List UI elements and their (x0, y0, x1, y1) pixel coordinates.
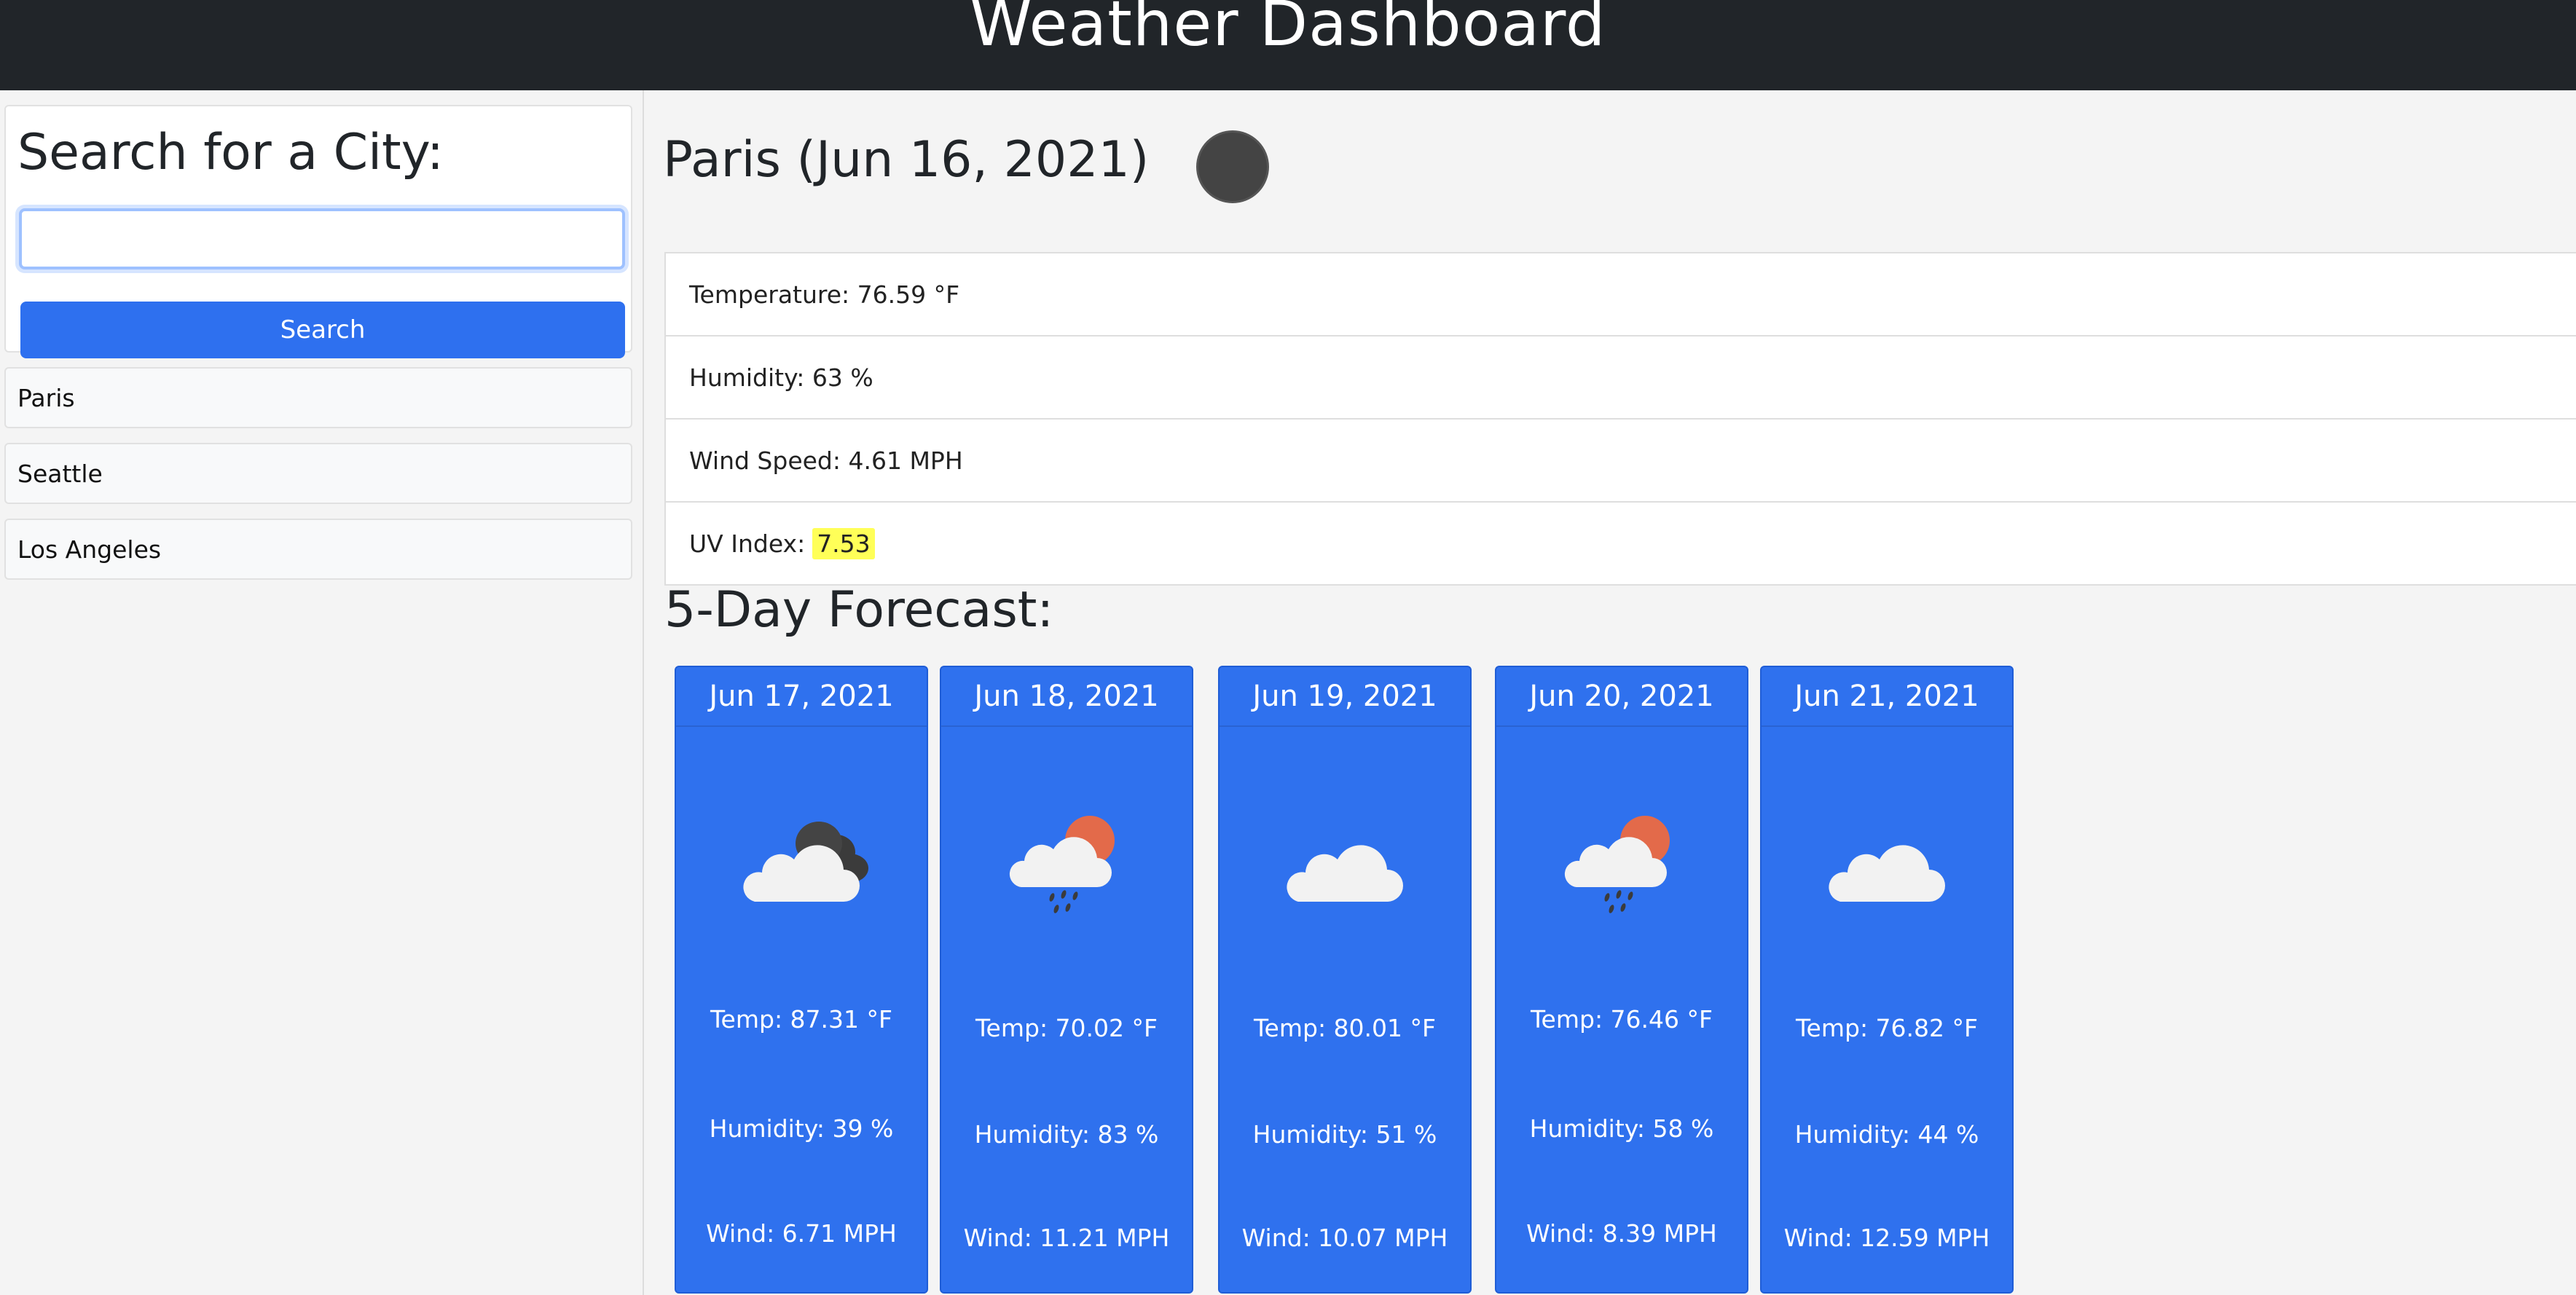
wind-row: Wind Speed: 4.61 MPH (666, 420, 2576, 503)
search-heading: Search for a City: (17, 124, 444, 181)
forecast-date: Jun 19, 2021 (1220, 667, 1470, 727)
forecast-temp: Temp: 76.46 °F (1531, 1005, 1713, 1034)
forecast-humidity: Humidity: 39 % (709, 1114, 894, 1143)
forecast-wind: Wind: 10.07 MPH (1241, 1224, 1448, 1252)
main-panel: Paris (Jun 16, 2021) Temperature: 76.59 … (645, 90, 2576, 1295)
forecast-wind: Wind: 12.59 MPH (1783, 1224, 1990, 1252)
forecast-humidity: Humidity: 58 % (1529, 1114, 1714, 1143)
forecast-card: Jun 17, 2021 Temp: 87.31 °F Humidity: 39… (675, 666, 928, 1294)
current-city-title: Paris (Jun 16, 2021) (663, 131, 1150, 189)
rain-sun-icon (1564, 816, 1670, 913)
forecast-temp: Temp: 80.01 °F (1254, 1014, 1436, 1042)
current-weather-icon (1196, 130, 1269, 203)
forecast-humidity: Humidity: 51 % (1252, 1120, 1437, 1149)
broken-clouds-icon (743, 822, 868, 902)
forecast-card: Jun 21, 2021 Temp: 76.82 °F Humidity: 44… (1760, 666, 2014, 1294)
forecast-wind: Wind: 8.39 MPH (1526, 1219, 1717, 1248)
temperature-row: Temperature: 76.59 °F (666, 253, 2576, 336)
humidity-text: Humidity: 63 % (689, 363, 873, 392)
uv-row: UV Index: 7.53 (666, 503, 2576, 586)
forecast-temp: Temp: 87.31 °F (710, 1005, 892, 1034)
forecast-date: Jun 20, 2021 (1496, 667, 1747, 727)
current-stats-list: Temperature: 76.59 °F Humidity: 63 % Win… (664, 252, 2576, 586)
app-title: Weather Dashboard (970, 0, 1606, 60)
search-button[interactable]: Search (20, 302, 625, 358)
search-card: Search for a City: Search (4, 105, 632, 358)
forecast-date: Jun 21, 2021 (1762, 667, 2012, 727)
forecast-card: Jun 19, 2021 Temp: 80.01 °F Humidity: 51… (1218, 666, 1472, 1294)
sidebar: Search for a City: Search Paris Seattle … (0, 90, 644, 1295)
forecast-card: Jun 18, 2021 Temp: 70.02 °F Humidity: 83… (940, 666, 1193, 1294)
temperature-text: Temperature: 76.59 °F (689, 280, 960, 309)
forecast-date: Jun 18, 2021 (941, 667, 1192, 727)
forecast-humidity: Humidity: 44 % (1794, 1120, 1979, 1149)
forecast-date: Jun 17, 2021 (676, 667, 927, 727)
forecast-humidity: Humidity: 83 % (974, 1120, 1159, 1149)
history-item-paris[interactable]: Paris (4, 367, 632, 428)
forecast-wind: Wind: 11.21 MPH (963, 1224, 1170, 1252)
app-header: Weather Dashboard (0, 0, 2576, 90)
cloud-icon (1829, 845, 1945, 902)
city-search-input[interactable] (19, 208, 625, 269)
humidity-row: Humidity: 63 % (666, 336, 2576, 420)
history-item-los-angeles[interactable]: Los Angeles (4, 519, 632, 580)
uv-label: UV Index: (689, 529, 806, 558)
forecast-wind: Wind: 6.71 MPH (706, 1219, 897, 1248)
history-item-seattle[interactable]: Seattle (4, 443, 632, 504)
wind-text: Wind Speed: 4.61 MPH (689, 446, 963, 475)
cloud-icon (1287, 845, 1403, 902)
forecast-temp: Temp: 70.02 °F (975, 1014, 1158, 1042)
forecast-temp: Temp: 76.82 °F (1796, 1014, 1978, 1042)
forecast-heading: 5-Day Forecast: (664, 581, 1054, 639)
rain-sun-icon (1009, 816, 1115, 913)
forecast-card: Jun 20, 2021 Temp: 76.46 °F Humidity: 58… (1495, 666, 1748, 1294)
uv-index-badge: 7.53 (812, 527, 875, 559)
